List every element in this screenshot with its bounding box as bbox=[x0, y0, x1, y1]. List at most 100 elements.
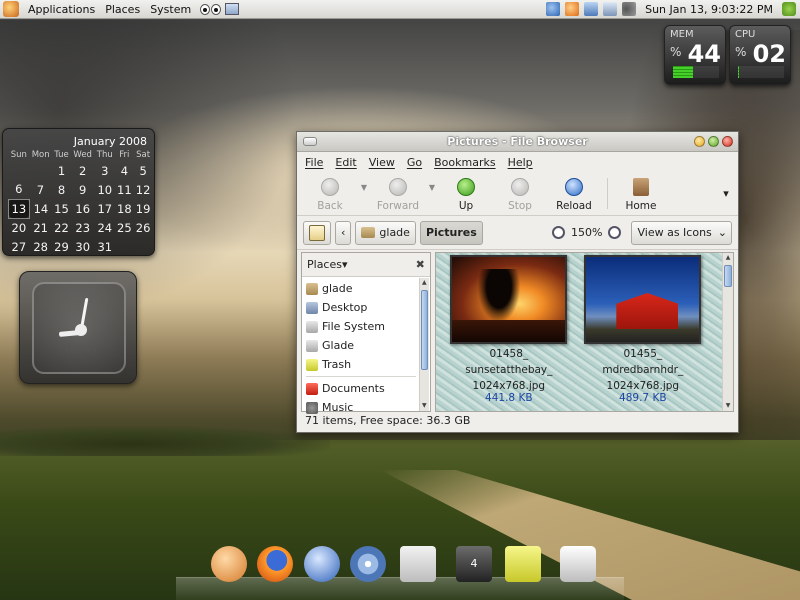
calendar-day[interactable]: 31 bbox=[95, 237, 115, 256]
calendar-day[interactable]: 13 bbox=[8, 198, 30, 219]
maximize-button[interactable] bbox=[708, 136, 719, 147]
menu-edit[interactable]: Edit bbox=[335, 156, 356, 169]
thunderbird-icon[interactable] bbox=[304, 546, 340, 582]
menu-applications[interactable]: Applications bbox=[23, 0, 100, 19]
minimize-button[interactable] bbox=[694, 136, 705, 147]
toggle-location-entry-button[interactable] bbox=[303, 220, 331, 245]
breadcrumb-pictures[interactable]: Pictures bbox=[419, 220, 483, 245]
calendar-day[interactable]: 3 bbox=[95, 161, 115, 180]
calendar-day[interactable]: 7 bbox=[29, 180, 52, 199]
back-button[interactable]: Back bbox=[303, 172, 357, 215]
gnome-foot-icon[interactable] bbox=[3, 1, 19, 17]
cd-burner-icon[interactable] bbox=[350, 546, 386, 582]
printer-icon[interactable] bbox=[400, 546, 436, 582]
calendar-day[interactable]: 15 bbox=[52, 199, 71, 218]
display-icon[interactable] bbox=[603, 2, 618, 16]
sidebar-item-trash[interactable]: Trash bbox=[302, 355, 430, 374]
menu-system[interactable]: System bbox=[145, 0, 196, 19]
icon-view-scroll-thumb[interactable] bbox=[724, 265, 732, 287]
sidebar-item-glade[interactable]: glade bbox=[302, 279, 430, 298]
calendar-widget[interactable]: January 2008 Sun Mon Tue Wed Thu Fri Sat 12345… bbox=[2, 128, 155, 256]
calendar-day[interactable]: 11 bbox=[115, 180, 134, 199]
menu-places[interactable]: Places bbox=[100, 0, 145, 19]
calendar-day[interactable]: 14 bbox=[29, 199, 52, 218]
reload-button[interactable]: Reload bbox=[547, 172, 601, 215]
trash-icon[interactable] bbox=[505, 546, 541, 582]
breadcrumb-glade[interactable]: glade bbox=[355, 220, 416, 245]
calendar-day[interactable]: 23 bbox=[71, 218, 95, 237]
sidebar-places-select[interactable]: Places▾ bbox=[307, 258, 348, 271]
calendar-day[interactable]: 24 bbox=[95, 218, 115, 237]
zoom-level[interactable]: 150% bbox=[571, 226, 602, 239]
package-icon[interactable] bbox=[565, 2, 580, 16]
calendar-day[interactable]: 19 bbox=[134, 199, 153, 218]
calendar-day[interactable]: 21 bbox=[29, 218, 52, 237]
sidebar-item-documents[interactable]: Documents bbox=[302, 379, 430, 398]
logout-icon[interactable] bbox=[782, 2, 796, 16]
calendar-day[interactable]: 22 bbox=[52, 218, 71, 237]
calendar-day[interactable]: 1 bbox=[52, 161, 71, 180]
scroll-down-arrow-icon[interactable]: ▼ bbox=[723, 401, 733, 411]
calendar-day[interactable]: 27 bbox=[9, 237, 30, 256]
calendar-day[interactable]: 20 bbox=[9, 218, 30, 237]
calendar-day[interactable]: 18 bbox=[115, 199, 134, 218]
drive-icon[interactable] bbox=[560, 546, 596, 582]
network-icon[interactable] bbox=[584, 2, 599, 16]
nautilus-shell-icon[interactable] bbox=[211, 546, 247, 582]
icon-view-scrollbar[interactable]: ▲ ▼ bbox=[722, 253, 733, 411]
forward-button[interactable]: Forward bbox=[371, 172, 425, 215]
calendar-day[interactable]: 16 bbox=[71, 199, 95, 218]
menu-view[interactable]: View bbox=[369, 156, 395, 169]
zoom-in-icon[interactable] bbox=[608, 226, 622, 239]
firefox-icon[interactable] bbox=[257, 546, 293, 582]
calendar-day[interactable]: 28 bbox=[29, 237, 52, 256]
sidebar-item-desktop[interactable]: Desktop bbox=[302, 298, 430, 317]
menu-bookmarks[interactable]: Bookmarks bbox=[434, 156, 495, 169]
view-mode-select[interactable]: View as Icons ⌄ bbox=[631, 220, 732, 245]
sidebar-item-file-system[interactable]: File System bbox=[302, 317, 430, 336]
home-button[interactable]: Home bbox=[614, 172, 668, 215]
screenshot-icon[interactable] bbox=[225, 3, 240, 15]
menu-help[interactable]: Help bbox=[508, 156, 533, 169]
calendar-day[interactable]: 9 bbox=[71, 180, 95, 199]
calendar-day[interactable]: 4 bbox=[115, 161, 134, 180]
eyes-applet-icon[interactable] bbox=[200, 3, 222, 15]
close-button[interactable] bbox=[722, 136, 733, 147]
scroll-up-arrow-icon[interactable]: ▲ bbox=[420, 278, 429, 288]
calendar-day[interactable]: 29 bbox=[52, 237, 71, 256]
calendar-day[interactable]: 5 bbox=[134, 161, 153, 180]
terminal-icon[interactable]: 4 bbox=[456, 546, 492, 582]
calendar-day[interactable]: 6 bbox=[9, 180, 30, 199]
menu-file[interactable]: File bbox=[305, 156, 323, 169]
stop-button[interactable]: Stop bbox=[493, 172, 547, 215]
sidebar-scroll-thumb[interactable] bbox=[420, 290, 428, 370]
calendar-day[interactable]: 12 bbox=[134, 180, 153, 199]
up-button[interactable]: Up bbox=[439, 172, 493, 215]
analog-clock-widget[interactable]: BERLIN bbox=[19, 271, 137, 384]
calendar-day[interactable]: 30 bbox=[71, 237, 95, 256]
home-label: Home bbox=[625, 200, 657, 212]
calendar-day[interactable]: 26 bbox=[134, 218, 153, 237]
scroll-up-arrow-icon[interactable]: ▲ bbox=[723, 253, 733, 263]
scroll-down-arrow-icon[interactable]: ▼ bbox=[420, 401, 429, 411]
file-item-barn[interactable]: 01455_ mdredbarnhdr_ 1024x768.jpg 489.7 … bbox=[578, 253, 708, 404]
calendar-day[interactable]: 8 bbox=[52, 180, 71, 199]
back-history-dropdown[interactable]: ▼ bbox=[357, 172, 371, 215]
sidebar-close-icon[interactable]: ✖ bbox=[416, 258, 425, 271]
sidebar-scrollbar[interactable]: ▲ ▼ bbox=[418, 278, 429, 411]
calendar-day[interactable]: 2 bbox=[71, 161, 95, 180]
zoom-out-icon[interactable] bbox=[552, 226, 566, 239]
calendar-day[interactable]: 25 bbox=[115, 218, 134, 237]
sidebar-item-glade-volume[interactable]: Glade bbox=[302, 336, 430, 355]
update-notifier-icon[interactable] bbox=[546, 2, 561, 16]
volume-icon[interactable] bbox=[622, 2, 637, 16]
path-scroll-left-button[interactable]: ‹ bbox=[335, 220, 352, 245]
forward-history-dropdown[interactable]: ▼ bbox=[425, 172, 439, 215]
calendar-day[interactable]: 17 bbox=[95, 199, 115, 218]
panel-clock[interactable]: Sun Jan 13, 9:03:22 PM bbox=[641, 3, 777, 16]
menu-go[interactable]: Go bbox=[407, 156, 422, 169]
toolbar-overflow-chevron-icon[interactable]: ▾ bbox=[714, 172, 738, 215]
file-item-sunset[interactable]: 01458_ sunsetatthebay_ 1024x768.jpg 441.… bbox=[444, 253, 574, 404]
window-titlebar[interactable]: Pictures - File Browser bbox=[297, 132, 738, 152]
calendar-day[interactable]: 10 bbox=[95, 180, 115, 199]
